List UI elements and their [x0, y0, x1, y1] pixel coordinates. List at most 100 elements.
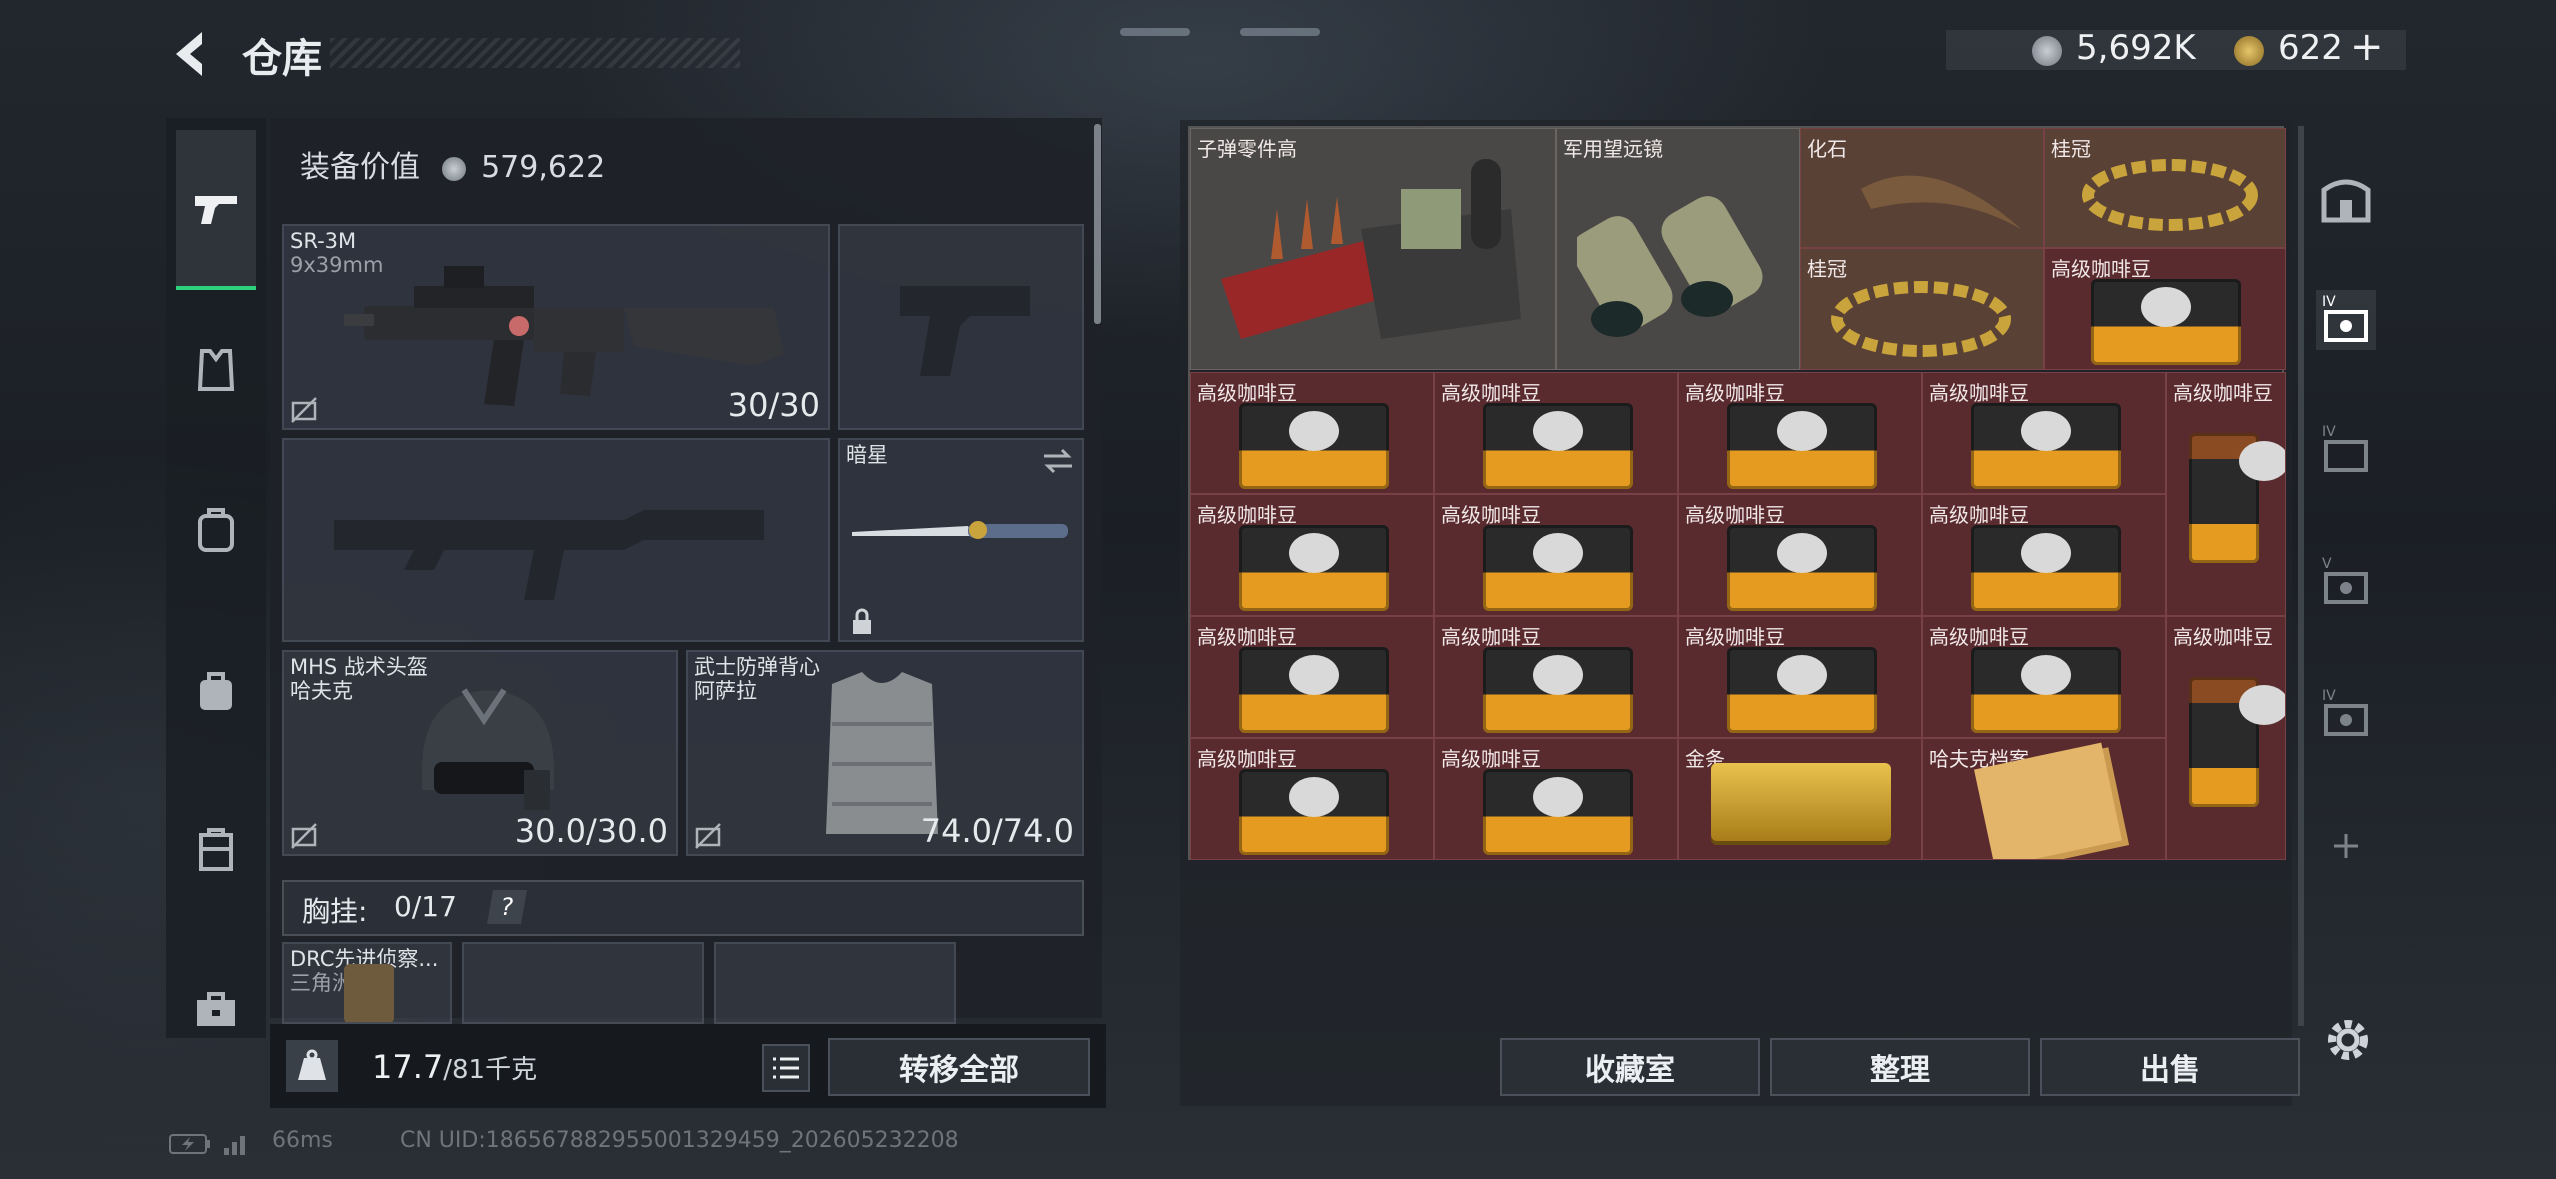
armor-durability: 74.0/74.0 — [920, 812, 1074, 850]
side-tab-case-4[interactable]: IV — [2316, 290, 2376, 350]
nav-bag[interactable] — [176, 610, 256, 770]
rifle-image — [344, 266, 784, 406]
kg-weight-icon — [298, 1049, 326, 1080]
fossil-claw-image — [1861, 175, 2021, 229]
signal-icon — [224, 1136, 245, 1155]
stash-item-coffee[interactable]: 高级咖啡豆 — [1190, 616, 1434, 738]
stash-item-coffee[interactable]: 高级咖啡豆 — [1922, 494, 2166, 616]
coffee-bag-image — [1483, 525, 1633, 611]
equipment-value-amount: 579,622 — [481, 150, 606, 185]
stash-item-coffee[interactable]: 高级咖啡豆 — [2044, 248, 2286, 370]
stash-item-coffee[interactable]: 高级咖啡豆 — [1678, 494, 1922, 616]
coffee-bag-image — [1239, 525, 1389, 611]
stash-item-fossil[interactable]: 化石 — [1800, 128, 2044, 248]
primary-weapon-slot[interactable]: SR-3M 9x39mm 30/30 — [282, 224, 830, 430]
armor-slot[interactable]: 武士防弹背心 阿萨拉 74.0/74.0 — [686, 650, 1084, 856]
item-name: 化石 — [1807, 137, 1847, 161]
side-tab-case-5[interactable]: V — [2316, 552, 2376, 612]
not-insured-icon — [291, 397, 317, 423]
collection-room-button[interactable]: 收藏室 — [1500, 1038, 1760, 1096]
stash-item-haavk-file[interactable]: 哈夫克档案 — [1922, 738, 2166, 860]
stash-item-gold-bar[interactable]: 金条 — [1678, 738, 1922, 860]
coffee-bag-image — [1483, 769, 1633, 855]
weight-max: /81千克 — [443, 1055, 538, 1085]
item-name: 高级咖啡豆 — [1929, 503, 2029, 527]
melee-slot[interactable]: 暗星 — [838, 438, 1084, 642]
side-tab-stash[interactable] — [2316, 168, 2376, 228]
item-name: 高级咖啡豆 — [1441, 747, 1541, 771]
settings-button[interactable] — [2322, 1014, 2374, 1066]
gold-coin-icon — [2234, 36, 2264, 66]
nav-vest[interactable] — [176, 290, 256, 450]
help-icon[interactable]: ? — [487, 890, 527, 924]
back-arrow-icon — [176, 32, 202, 76]
vest-icon — [197, 349, 235, 391]
add-case-button[interactable] — [2316, 816, 2376, 876]
stash-item-coffee[interactable]: 高级咖啡豆 — [1434, 372, 1678, 494]
helmet-slot[interactable]: MHS 战术头盔 哈夫克 30.0/30.0 — [282, 650, 678, 856]
stash-item-coffee[interactable]: 高级咖啡豆 — [1190, 494, 1434, 616]
item-name: 高级咖啡豆 — [1197, 381, 1297, 405]
transfer-all-button[interactable]: 转移全部 — [828, 1038, 1090, 1096]
nav-weapons[interactable] — [176, 130, 256, 290]
pistol-slot-empty[interactable] — [838, 224, 1084, 430]
bag-icon — [200, 672, 232, 710]
list-view-button[interactable] — [762, 1044, 810, 1092]
battery-icon — [169, 1134, 210, 1154]
case-icon — [199, 828, 233, 871]
stash-item-coffee[interactable]: 高级咖啡豆 — [1190, 372, 1434, 494]
item-name: 高级咖啡豆 — [1441, 381, 1541, 405]
pistol-icon — [195, 196, 237, 224]
swap-icon[interactable] — [1042, 448, 1074, 474]
equipment-value-label: 装备价值 — [300, 150, 420, 185]
plus-icon — [2334, 834, 2358, 858]
stash-item-laurel[interactable]: 桂冠 — [2044, 128, 2286, 248]
ping-text: 66ms — [272, 1128, 333, 1153]
laurel-crown-image — [2082, 159, 2258, 231]
helmet-image — [422, 688, 554, 810]
chest-rig-empty-slot[interactable] — [714, 942, 956, 1024]
stash-item-coffee[interactable]: 高级咖啡豆 — [2166, 372, 2286, 616]
sell-button[interactable]: 出售 — [2040, 1038, 2300, 1096]
chest-rig-bar[interactable]: 胸挂: 0/17 ? — [282, 880, 1084, 936]
stash-item-coffee[interactable]: 高级咖啡豆 — [2166, 616, 2286, 860]
stash-item-coffee[interactable]: 高级咖啡豆 — [1678, 372, 1922, 494]
stash-item-ammo-parts[interactable]: 子弹零件高 — [1190, 128, 1556, 370]
coffee-bag-image — [1727, 403, 1877, 489]
stash-item-coffee[interactable]: 高级咖啡豆 — [1434, 738, 1678, 860]
case-iv-icon: IV — [2322, 688, 2368, 736]
stash-item-coffee[interactable]: 高级咖啡豆 — [1678, 616, 1922, 738]
coffee-bag-image — [1483, 647, 1633, 733]
chest-rig-item[interactable]: DRC先进侦察... 三角洲 — [282, 942, 452, 1024]
sort-button[interactable]: 整理 — [1770, 1038, 2030, 1096]
nav-case[interactable] — [176, 770, 256, 930]
coffee-bag-image — [2091, 279, 2241, 365]
add-currency-button[interactable]: + — [2350, 24, 2384, 70]
nav-backpack[interactable] — [176, 450, 256, 610]
armor-name: 武士防弹背心 — [694, 655, 820, 679]
side-scrollbar[interactable] — [2298, 126, 2304, 1026]
nav-toolbox[interactable] — [176, 930, 256, 1090]
helmet-durability: 30.0/30.0 — [514, 812, 668, 850]
case-iv-icon: IV — [2322, 424, 2368, 472]
stash-item-laurel[interactable]: 桂冠 — [1800, 248, 2044, 370]
stash-item-coffee[interactable]: 高级咖啡豆 — [1922, 616, 2166, 738]
stash-item-coffee[interactable]: 高级咖啡豆 — [1434, 616, 1678, 738]
laurel-crown-image — [1831, 281, 2011, 357]
side-tab-case-4b[interactable]: IV — [2316, 420, 2376, 480]
back-button[interactable] — [168, 28, 212, 80]
item-name: 高级咖啡豆 — [1685, 625, 1785, 649]
secondary-weapon-slot-empty[interactable] — [282, 438, 830, 642]
equipment-scrollbar[interactable] — [1094, 124, 1101, 324]
chest-rig-empty-slot[interactable] — [462, 942, 704, 1024]
stash-item-binoculars[interactable]: 军用望远镜 — [1556, 128, 1800, 370]
weight-current: 17.7 — [372, 1048, 444, 1086]
stash-item-coffee[interactable]: 高级咖啡豆 — [1190, 738, 1434, 860]
stash-item-coffee[interactable]: 高级咖啡豆 — [1922, 372, 2166, 494]
item-name: 高级咖啡豆 — [1441, 625, 1541, 649]
stash-item-coffee[interactable]: 高级咖啡豆 — [1434, 494, 1678, 616]
coffee-bag-image — [2189, 677, 2285, 807]
side-tab-case-4c[interactable]: IV — [2316, 684, 2376, 744]
currency-silver: 5,692K — [2076, 28, 2196, 68]
ceiling-light — [1120, 28, 1190, 36]
